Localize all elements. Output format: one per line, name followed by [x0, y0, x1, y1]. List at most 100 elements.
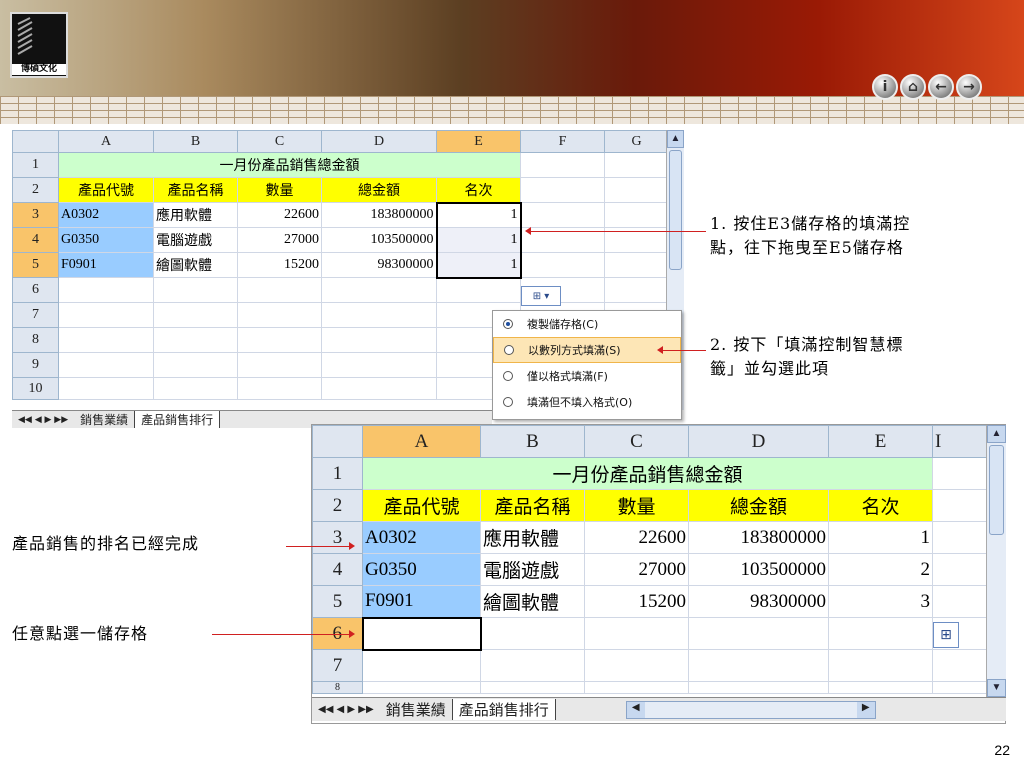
cell[interactable]: F0901 [58, 252, 154, 278]
cell[interactable] [604, 252, 669, 278]
column-header[interactable]: E [828, 425, 933, 458]
scroll-thumb[interactable] [669, 150, 682, 270]
cell[interactable]: 98300000 [688, 585, 829, 618]
row-header[interactable]: 2 [12, 177, 59, 203]
vertical-scrollbar[interactable]: ▲ ▼ [986, 425, 1006, 697]
cell[interactable]: 繪圖軟體 [153, 252, 238, 278]
header-cell[interactable]: 總金額 [321, 177, 437, 203]
header-cell[interactable]: 產品代號 [58, 177, 154, 203]
row-header[interactable]: 10 [12, 377, 59, 400]
info-icon[interactable]: i [872, 74, 898, 100]
sheet-title-cell[interactable]: 一月份產品銷售總金額 [58, 152, 521, 178]
cell[interactable]: 15200 [584, 585, 689, 618]
cell[interactable]: A0302 [362, 521, 481, 554]
header-cell[interactable]: 數量 [584, 489, 689, 522]
header-cell[interactable]: 產品名稱 [153, 177, 238, 203]
select-all-corner[interactable] [12, 130, 59, 153]
scroll-up-icon[interactable]: ▲ [667, 130, 684, 148]
cell[interactable]: 98300000 [321, 252, 437, 278]
cell[interactable] [520, 252, 605, 278]
scroll-right-icon[interactable]: ▶ [856, 701, 875, 718]
column-header[interactable]: A [362, 425, 481, 458]
row-header[interactable]: 8 [12, 327, 59, 353]
column-header[interactable]: B [153, 130, 238, 153]
select-all-corner[interactable] [312, 425, 363, 458]
cell[interactable]: 應用軟體 [480, 521, 585, 554]
cell[interactable] [932, 585, 988, 618]
cell[interactable]: 22600 [237, 202, 322, 228]
tab-nav-icon[interactable]: ◀◀ ◀ ▶ ▶▶ [312, 704, 380, 715]
cell[interactable] [520, 177, 605, 203]
cell[interactable] [932, 553, 988, 586]
cell[interactable]: F0901 [362, 585, 481, 618]
autofill-options-icon[interactable]: ⊞ [933, 622, 959, 648]
cell[interactable]: 電腦遊戲 [153, 227, 238, 253]
column-header[interactable]: G [604, 130, 669, 153]
row-header[interactable]: 8 [312, 681, 363, 694]
scroll-left-icon[interactable]: ◀ [626, 701, 645, 718]
cell[interactable]: 22600 [584, 521, 689, 554]
header-cell[interactable]: 總金額 [688, 489, 829, 522]
home-icon[interactable]: ⌂ [900, 74, 926, 100]
row-header[interactable]: 7 [12, 302, 59, 328]
cell[interactable]: 103500000 [321, 227, 437, 253]
tab-sales[interactable]: 銷售業績 [379, 699, 453, 720]
cell[interactable]: 繪圖軟體 [480, 585, 585, 618]
scroll-up-icon[interactable]: ▲ [987, 425, 1006, 443]
cell[interactable]: 電腦遊戲 [480, 553, 585, 586]
row-header[interactable]: 6 [12, 277, 59, 303]
column-header[interactable]: C [584, 425, 689, 458]
menu-item-fill-no-format[interactable]: 填滿但不填入格式(O) [493, 389, 681, 415]
tab-sales[interactable]: 銷售業績 [74, 411, 136, 428]
column-header[interactable]: I [932, 425, 988, 458]
cell[interactable] [520, 202, 605, 228]
row-header[interactable]: 4 [12, 227, 59, 253]
cell[interactable] [932, 457, 988, 490]
cell[interactable] [604, 177, 669, 203]
menu-item-copy[interactable]: 複製儲存格(C) [493, 311, 681, 337]
cell[interactable]: 2 [828, 553, 933, 586]
cell[interactable]: 1 [435, 227, 522, 253]
row-header[interactable]: 9 [12, 352, 59, 378]
column-header[interactable]: B [480, 425, 585, 458]
row-header[interactable]: 7 [312, 649, 363, 682]
tab-nav-icon[interactable]: ◀◀ ◀ ▶ ▶▶ [12, 415, 74, 425]
header-cell[interactable]: 數量 [237, 177, 322, 203]
cell-e3[interactable]: 1 [435, 201, 522, 228]
scroll-down-icon[interactable]: ▼ [987, 679, 1006, 697]
cell[interactable]: 183800000 [321, 202, 437, 228]
cell[interactable]: G0350 [362, 553, 481, 586]
row-header[interactable]: 5 [12, 252, 59, 278]
horizontal-scrollbar[interactable]: ◀ ▶ [625, 700, 876, 719]
cell-a6-selected[interactable] [361, 616, 482, 651]
cell[interactable]: 103500000 [688, 553, 829, 586]
autofill-options-icon[interactable]: ⊞ ▾ [521, 286, 561, 306]
row-header[interactable]: 3 [12, 202, 59, 228]
column-header[interactable]: D [321, 130, 437, 153]
row-header[interactable]: 4 [312, 553, 363, 586]
header-cell[interactable]: 名次 [828, 489, 933, 522]
tab-ranking[interactable]: 產品銷售排行 [135, 411, 221, 428]
row-header[interactable]: 5 [312, 585, 363, 618]
column-header[interactable]: F [520, 130, 605, 153]
header-cell[interactable]: 名次 [436, 177, 521, 203]
cell[interactable] [932, 521, 988, 554]
row-header[interactable]: 2 [312, 489, 363, 522]
cell[interactable]: 15200 [237, 252, 322, 278]
column-header[interactable]: E [436, 130, 521, 153]
tab-ranking[interactable]: 產品銷售排行 [452, 699, 556, 720]
header-cell[interactable]: 產品名稱 [480, 489, 585, 522]
cell[interactable]: 27000 [237, 227, 322, 253]
column-header[interactable]: D [688, 425, 829, 458]
header-cell[interactable]: 產品代號 [362, 489, 481, 522]
menu-item-fill-format[interactable]: 僅以格式填滿(F) [493, 363, 681, 389]
cell[interactable]: 1 [828, 521, 933, 554]
cell[interactable] [520, 152, 605, 178]
row-header[interactable]: 1 [12, 152, 59, 178]
sheet-title-cell[interactable]: 一月份產品銷售總金額 [362, 457, 933, 490]
column-header[interactable]: A [58, 130, 154, 153]
cell[interactable] [604, 202, 669, 228]
forward-icon[interactable]: → [956, 74, 982, 100]
cell[interactable] [932, 489, 988, 522]
cell[interactable]: 183800000 [688, 521, 829, 554]
